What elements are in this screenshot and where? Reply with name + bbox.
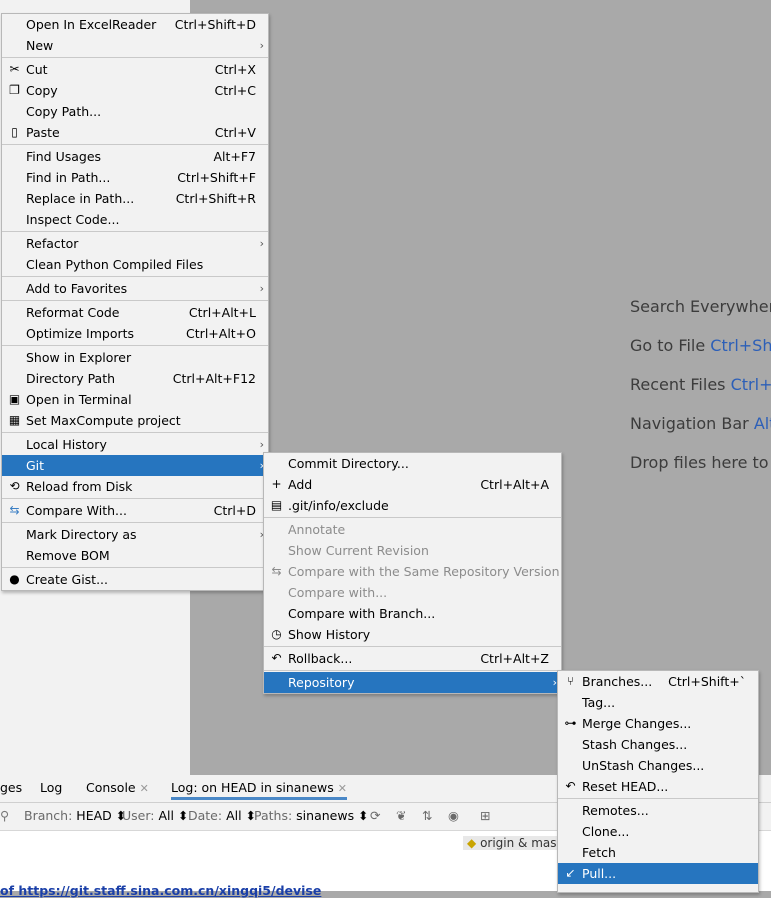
git-file-icon: ▤ (270, 498, 283, 512)
branch-filter[interactable]: Branch: HEAD ⬍ (24, 808, 126, 823)
git-commit-directory[interactable]: Commit Directory... (264, 453, 561, 474)
repo-branches[interactable]: ⑂ Branches... Ctrl+Shift+` (558, 671, 758, 692)
menu-show-in-explorer[interactable]: Show in Explorer (2, 347, 268, 368)
repo-stash-changes[interactable]: Stash Changes... (558, 734, 758, 755)
menu-open-in-terminal[interactable]: ▣ Open in Terminal (2, 389, 268, 410)
close-icon[interactable]: ✕ (338, 782, 347, 795)
tab-console[interactable]: Console ✕ (86, 780, 149, 795)
clock-icon: ◷ (271, 627, 282, 641)
menu-add-to-favorites[interactable]: Add to Favorites › (2, 278, 268, 299)
git-show-current-revision[interactable]: Show Current Revision (264, 540, 561, 561)
hint-search-everywhere: Search Everywhere (630, 297, 771, 316)
menu-remove-bom[interactable]: Remove BOM (2, 545, 268, 566)
menu-compare-with[interactable]: ⇆ Compare With... Ctrl+D (2, 500, 268, 521)
git-compare-same-repo[interactable]: ⇆ Compare with the Same Repository Versio… (264, 561, 561, 582)
git-compare-with[interactable]: Compare with... (264, 582, 561, 603)
hint-drop-files: Drop files here to o (630, 453, 771, 472)
hint-go-to-file: Go to File Ctrl+Shi (630, 336, 771, 355)
user-filter[interactable]: User: All ⬍ (122, 808, 188, 823)
compare-icon: ⇆ (271, 564, 282, 578)
menu-copy[interactable]: ❐ Copy Ctrl+C (2, 80, 268, 101)
repo-tag[interactable]: Tag... (558, 692, 758, 713)
repo-unstash-changes[interactable]: UnStash Changes... (558, 755, 758, 776)
undo-icon: ↶ (271, 651, 282, 665)
chevron-right-icon: › (259, 237, 264, 250)
menu-mark-directory[interactable]: Mark Directory as › (2, 524, 268, 545)
menu-replace-in-path[interactable]: Replace in Path... Ctrl+Shift+R (2, 188, 268, 209)
menu-optimize-imports[interactable]: Optimize Imports Ctrl+Alt+O (2, 323, 268, 344)
cherry-pick-icon[interactable]: ❦ (396, 808, 406, 823)
menu-open-excelreader[interactable]: Open In ExcelReader Ctrl+Shift+D (2, 14, 268, 35)
git-annotate[interactable]: Annotate (264, 519, 561, 540)
hint-navigation-bar: Navigation Bar Alt (630, 414, 771, 433)
menu-paste[interactable]: ▯ Paste Ctrl+V (2, 122, 268, 143)
menu-create-gist[interactable]: ● Create Gist... (2, 569, 268, 590)
menu-reload-from-disk[interactable]: ⟲ Reload from Disk (2, 476, 268, 497)
sort-icon[interactable]: ⇅ (422, 808, 432, 823)
chevron-right-icon: › (259, 282, 264, 295)
merge-icon: ⊶ (564, 716, 577, 730)
compare-icon: ⇆ (9, 503, 20, 517)
repo-reset-head[interactable]: ↶ Reset HEAD... (558, 776, 758, 797)
menu-directory-path[interactable]: Directory Path Ctrl+Alt+F12 (2, 368, 268, 389)
clipboard-icon: ▯ (11, 125, 18, 139)
terminal-icon: ▣ (8, 392, 21, 406)
menu-copy-path[interactable]: Copy Path... (2, 101, 268, 122)
menu-refactor[interactable]: Refactor › (2, 233, 268, 254)
menu-new[interactable]: New › (2, 35, 268, 56)
hint-recent-files: Recent Files Ctrl+E (630, 375, 771, 394)
branch-tag: ◆ origin & mas (463, 836, 561, 850)
git-add[interactable]: + Add Ctrl+Alt+A (264, 474, 561, 495)
repo-remotes[interactable]: Remotes... (558, 800, 758, 821)
repository-submenu: ⑂ Branches... Ctrl+Shift+` Tag... ⊶ Merge C… (557, 670, 759, 893)
paths-filter[interactable]: Paths: sinanews ⬍ (254, 808, 369, 823)
git-repository[interactable]: Repository › (264, 672, 561, 693)
new-tab-icon[interactable]: ⊞ (480, 808, 490, 823)
reload-icon: ⟲ (9, 479, 20, 493)
menu-reformat-code[interactable]: Reformat Code Ctrl+Alt+L (2, 302, 268, 323)
pull-arrow-icon: ↙ (565, 866, 576, 880)
date-filter[interactable]: Date: All ⬍ (188, 808, 256, 823)
project-context-menu: Open In ExcelReader Ctrl+Shift+D New › ✂ Cu… (1, 13, 269, 591)
repo-merge-changes[interactable]: ⊶ Merge Changes... (558, 713, 758, 734)
menu-clean-python[interactable]: Clean Python Compiled Files (2, 254, 268, 275)
plus-icon: + (271, 477, 282, 491)
scissors-icon: ✂ (9, 62, 20, 76)
github-icon: ● (9, 572, 20, 586)
git-compare-with-branch[interactable]: Compare with Branch... (264, 603, 561, 624)
menu-inspect-code[interactable]: Inspect Code... (2, 209, 268, 230)
tab-log-head[interactable]: Log: on HEAD in sinanews ✕ (171, 780, 348, 800)
menu-set-maxcompute[interactable]: ▦ Set MaxCompute project (2, 410, 268, 431)
git-rollback[interactable]: ↶ Rollback... Ctrl+Alt+Z (264, 648, 561, 669)
repo-clone[interactable]: Clone... (558, 821, 758, 842)
repo-fetch[interactable]: Fetch (558, 842, 758, 863)
tab-log[interactable]: Log (40, 780, 62, 795)
menu-find-usages[interactable]: Find Usages Alt+F7 (2, 146, 268, 167)
menu-find-in-path[interactable]: Find in Path... Ctrl+Shift+F (2, 167, 268, 188)
repo-pull[interactable]: ↙ Pull... (558, 863, 758, 884)
tab-changes[interactable]: ges (0, 780, 22, 795)
chevron-right-icon: › (259, 39, 264, 52)
eye-icon[interactable]: ◉ (448, 808, 459, 823)
search-icon[interactable]: ⚲ (0, 808, 9, 823)
menu-cut[interactable]: ✂ Cut Ctrl+X (2, 59, 268, 80)
git-exclude[interactable]: ▤ .git/info/exclude (264, 495, 561, 516)
git-show-history[interactable]: ◷ Show History (264, 624, 561, 645)
close-icon[interactable]: ✕ (140, 782, 149, 795)
branch-icon: ⑂ (566, 674, 575, 688)
undo-icon: ↶ (565, 779, 576, 793)
refresh-icon[interactable]: ⟳ (370, 808, 380, 823)
copy-icon: ❐ (9, 83, 20, 97)
git-submenu: Commit Directory... + Add Ctrl+Alt+A ▤ .git… (263, 452, 562, 694)
menu-local-history[interactable]: Local History › (2, 434, 268, 455)
menu-git[interactable]: Git › (2, 455, 268, 476)
maxcompute-icon: ▦ (8, 413, 21, 427)
